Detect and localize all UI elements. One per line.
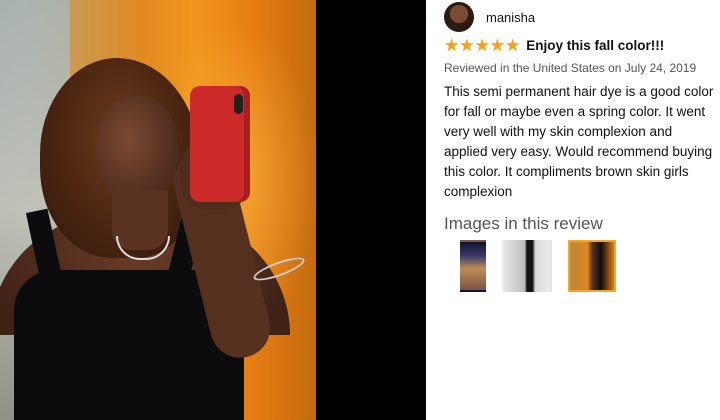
star-rating: ★ ★ ★ ★ ★: [444, 37, 520, 54]
review-thumbnail-selected[interactable]: [568, 240, 616, 292]
star-icon: ★: [489, 36, 505, 55]
star-icon: ★: [474, 36, 490, 55]
review-thumbnail[interactable]: [460, 240, 486, 292]
review-date: Reviewed in the United States on July 24…: [444, 61, 697, 75]
author-name: manisha: [486, 9, 536, 25]
rating-row: ★ ★ ★ ★ ★ Enjoy this fall color!!!: [444, 37, 664, 54]
image-viewer: [0, 0, 426, 420]
star-icon: ★: [459, 36, 475, 55]
review-thumbnail[interactable]: [502, 240, 552, 292]
review-panel: manisha ★ ★ ★ ★ ★ Enjoy this fall color!…: [426, 0, 720, 420]
review-thumbnails: [460, 240, 632, 292]
images-heading: Images in this review: [444, 214, 603, 233]
review-title[interactable]: Enjoy this fall color!!!: [526, 38, 664, 53]
photo-phone: [190, 86, 250, 202]
phone-camera: [234, 94, 243, 114]
avatar: [444, 2, 474, 32]
star-icon: ★: [505, 36, 521, 55]
review-photo-large[interactable]: [0, 0, 316, 420]
review-body: This semi permanent hair dye is a good c…: [444, 84, 714, 199]
star-icon: ★: [444, 36, 460, 55]
review-author: manisha: [444, 2, 535, 32]
